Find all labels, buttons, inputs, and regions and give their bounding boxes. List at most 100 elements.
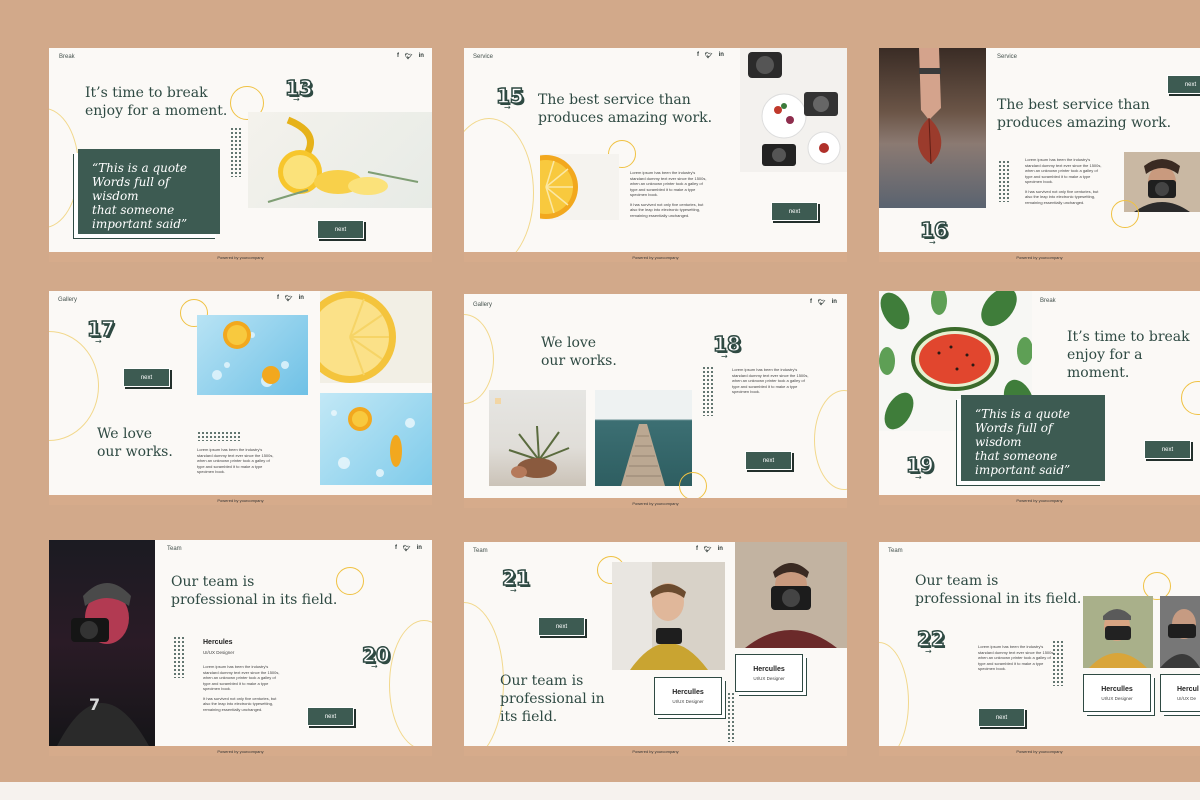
decorative-curve bbox=[464, 602, 504, 756]
section-label: Break bbox=[1040, 298, 1056, 304]
section-label: Gallery bbox=[58, 297, 78, 303]
slide-19[interactable]: Break It’s time to break enjoy for a mom… bbox=[879, 291, 1200, 505]
team-member-card: Hercul UI/UX De bbox=[1160, 674, 1200, 712]
next-button[interactable]: next bbox=[771, 202, 818, 221]
text-line: also the leap into electronic typesettin… bbox=[203, 701, 274, 706]
heading-line: Our team is bbox=[171, 574, 255, 590]
slide-heading: Our team is professional in its field. bbox=[915, 572, 1081, 608]
slide-21[interactable]: Team f 🐦︎ in 21 → next Herculles UI/UX D… bbox=[464, 542, 847, 756]
section-label: Gallery bbox=[473, 302, 493, 308]
twitter-icon[interactable]: 🐦︎ bbox=[705, 52, 713, 59]
next-button[interactable]: next bbox=[538, 617, 585, 636]
slide-footer: Powered by yourcompany bbox=[464, 252, 847, 262]
next-button[interactable]: next bbox=[1167, 75, 1200, 94]
slide-22[interactable]: Team Our team is professional in its fie… bbox=[879, 542, 1200, 756]
slide-footer: Powered by yourcompany bbox=[879, 252, 1200, 262]
twitter-icon[interactable]: 🐦︎ bbox=[403, 545, 411, 552]
slide-13[interactable]: Break f 🐦︎ in It’s time to break enjoy f… bbox=[49, 48, 432, 262]
facebook-icon[interactable]: f bbox=[397, 53, 399, 60]
slide-number: 19 bbox=[905, 453, 934, 477]
team-member-camera-photo bbox=[735, 542, 847, 648]
arrow-right-icon: → bbox=[510, 586, 517, 595]
team-member-cap-photo bbox=[1083, 596, 1153, 668]
slide-17[interactable]: Gallery f 🐦︎ in 17 → next We love our wo… bbox=[49, 291, 432, 505]
dot-grid bbox=[727, 692, 735, 742]
quote-box: “This is a quote Words full of wisdom th… bbox=[961, 395, 1105, 481]
decorative-curve bbox=[49, 331, 99, 441]
section-label: Service bbox=[473, 54, 494, 60]
next-button[interactable]: next bbox=[317, 220, 364, 239]
linkedin-icon[interactable]: in bbox=[832, 299, 837, 306]
slide-number: 17 bbox=[86, 317, 115, 341]
team-member-second-photo bbox=[1160, 596, 1200, 668]
hand-leaf-water-photo bbox=[879, 48, 986, 208]
arrow-right-icon: → bbox=[504, 103, 511, 112]
member-name: Herculles bbox=[1101, 685, 1133, 693]
text-line: when an unknown printer took a galley of bbox=[978, 655, 1051, 660]
slide-20[interactable]: 7 Team f 🐦︎ in Our team is professional … bbox=[49, 540, 432, 756]
member-name: Hercules bbox=[203, 639, 233, 646]
facebook-icon[interactable]: f bbox=[277, 295, 279, 302]
twitter-icon[interactable]: 🐦︎ bbox=[704, 546, 712, 553]
quote-line: “This is a quote bbox=[975, 407, 1071, 421]
linkedin-icon[interactable]: in bbox=[419, 53, 424, 60]
slide-heading: Our team is professional in its field. bbox=[171, 573, 337, 609]
twitter-icon[interactable]: 🐦︎ bbox=[285, 295, 293, 302]
slide-heading: The best service than produces amazing w… bbox=[538, 91, 712, 127]
facebook-icon[interactable]: f bbox=[810, 299, 812, 306]
linkedin-icon[interactable]: in bbox=[299, 295, 304, 302]
heading-line: The best service than bbox=[997, 97, 1150, 113]
linkedin-icon[interactable]: in bbox=[417, 545, 422, 552]
quote-line: Words full of wisdom bbox=[92, 175, 170, 203]
social-icons: f 🐦︎ in bbox=[277, 295, 304, 302]
facebook-icon[interactable]: f bbox=[697, 52, 699, 59]
team-member-card: Herculles UI/UX Designer bbox=[654, 677, 722, 715]
text-line: also the leap into electronic typesettin… bbox=[630, 207, 701, 212]
slide-heading: We love our works. bbox=[541, 334, 617, 370]
quote-line: that someone bbox=[975, 449, 1058, 463]
desert-plant-photo bbox=[489, 390, 586, 486]
next-button[interactable]: next bbox=[307, 707, 354, 726]
slide-15[interactable]: Service f 🐦︎ in 15 → The best service th… bbox=[464, 48, 847, 262]
linkedin-icon[interactable]: in bbox=[719, 52, 724, 59]
slide-footer: Powered by yourcompany bbox=[879, 746, 1200, 756]
twitter-icon[interactable]: 🐦︎ bbox=[405, 53, 413, 60]
heading-line: its field. bbox=[500, 709, 558, 725]
linkedin-icon[interactable]: in bbox=[718, 546, 723, 553]
heading-line: Our team is bbox=[500, 673, 584, 689]
arrow-right-icon: → bbox=[293, 95, 300, 104]
quote-box: “This is a quote Words full of wisdom th… bbox=[78, 149, 220, 234]
lemon-half-photo bbox=[320, 291, 432, 383]
text-line: remaining essentially unchanged. bbox=[630, 212, 690, 218]
next-button[interactable]: next bbox=[745, 451, 792, 470]
section-label: Service bbox=[997, 54, 1018, 60]
dot-grid bbox=[197, 431, 241, 441]
heading-line: our works. bbox=[97, 444, 173, 460]
dot-grid bbox=[173, 636, 185, 678]
arrow-right-icon: → bbox=[929, 238, 936, 247]
camera-flatlay-photo bbox=[740, 48, 847, 172]
heading-line: professional in its field. bbox=[915, 591, 1082, 607]
facebook-icon[interactable]: f bbox=[395, 545, 397, 552]
next-button[interactable]: next bbox=[978, 708, 1025, 727]
slide-number: 22 bbox=[916, 627, 945, 651]
heading-line: produces amazing work. bbox=[538, 110, 713, 126]
decorative-ring bbox=[336, 567, 364, 595]
next-button[interactable]: next bbox=[1144, 440, 1191, 459]
slide-16[interactable]: Service next The best service than produ… bbox=[879, 48, 1200, 262]
facebook-icon[interactable]: f bbox=[696, 546, 698, 553]
text-line: when an unknown printer took a galley of bbox=[1025, 168, 1098, 173]
heading-line: It’s time to break bbox=[1067, 329, 1190, 345]
member-name: Hercul bbox=[1177, 685, 1199, 693]
member-role: UI/UX De bbox=[1177, 695, 1197, 701]
quote-line: important said” bbox=[92, 217, 188, 231]
heading-line: professional in bbox=[500, 691, 605, 707]
body-text: Lorem ipsum has been the industry's stan… bbox=[630, 170, 710, 218]
heading-line: professional in its field. bbox=[171, 592, 338, 608]
next-button[interactable]: next bbox=[123, 368, 170, 387]
twitter-icon[interactable]: 🐦︎ bbox=[818, 299, 826, 306]
bottom-strip bbox=[0, 782, 1200, 800]
body-text: Lorem ipsum has been the industry's stan… bbox=[978, 644, 1058, 672]
slide-footer: Powered by yourcompany bbox=[49, 252, 432, 262]
slide-18[interactable]: Gallery f 🐦︎ in We love our works. 18 → … bbox=[464, 294, 847, 508]
